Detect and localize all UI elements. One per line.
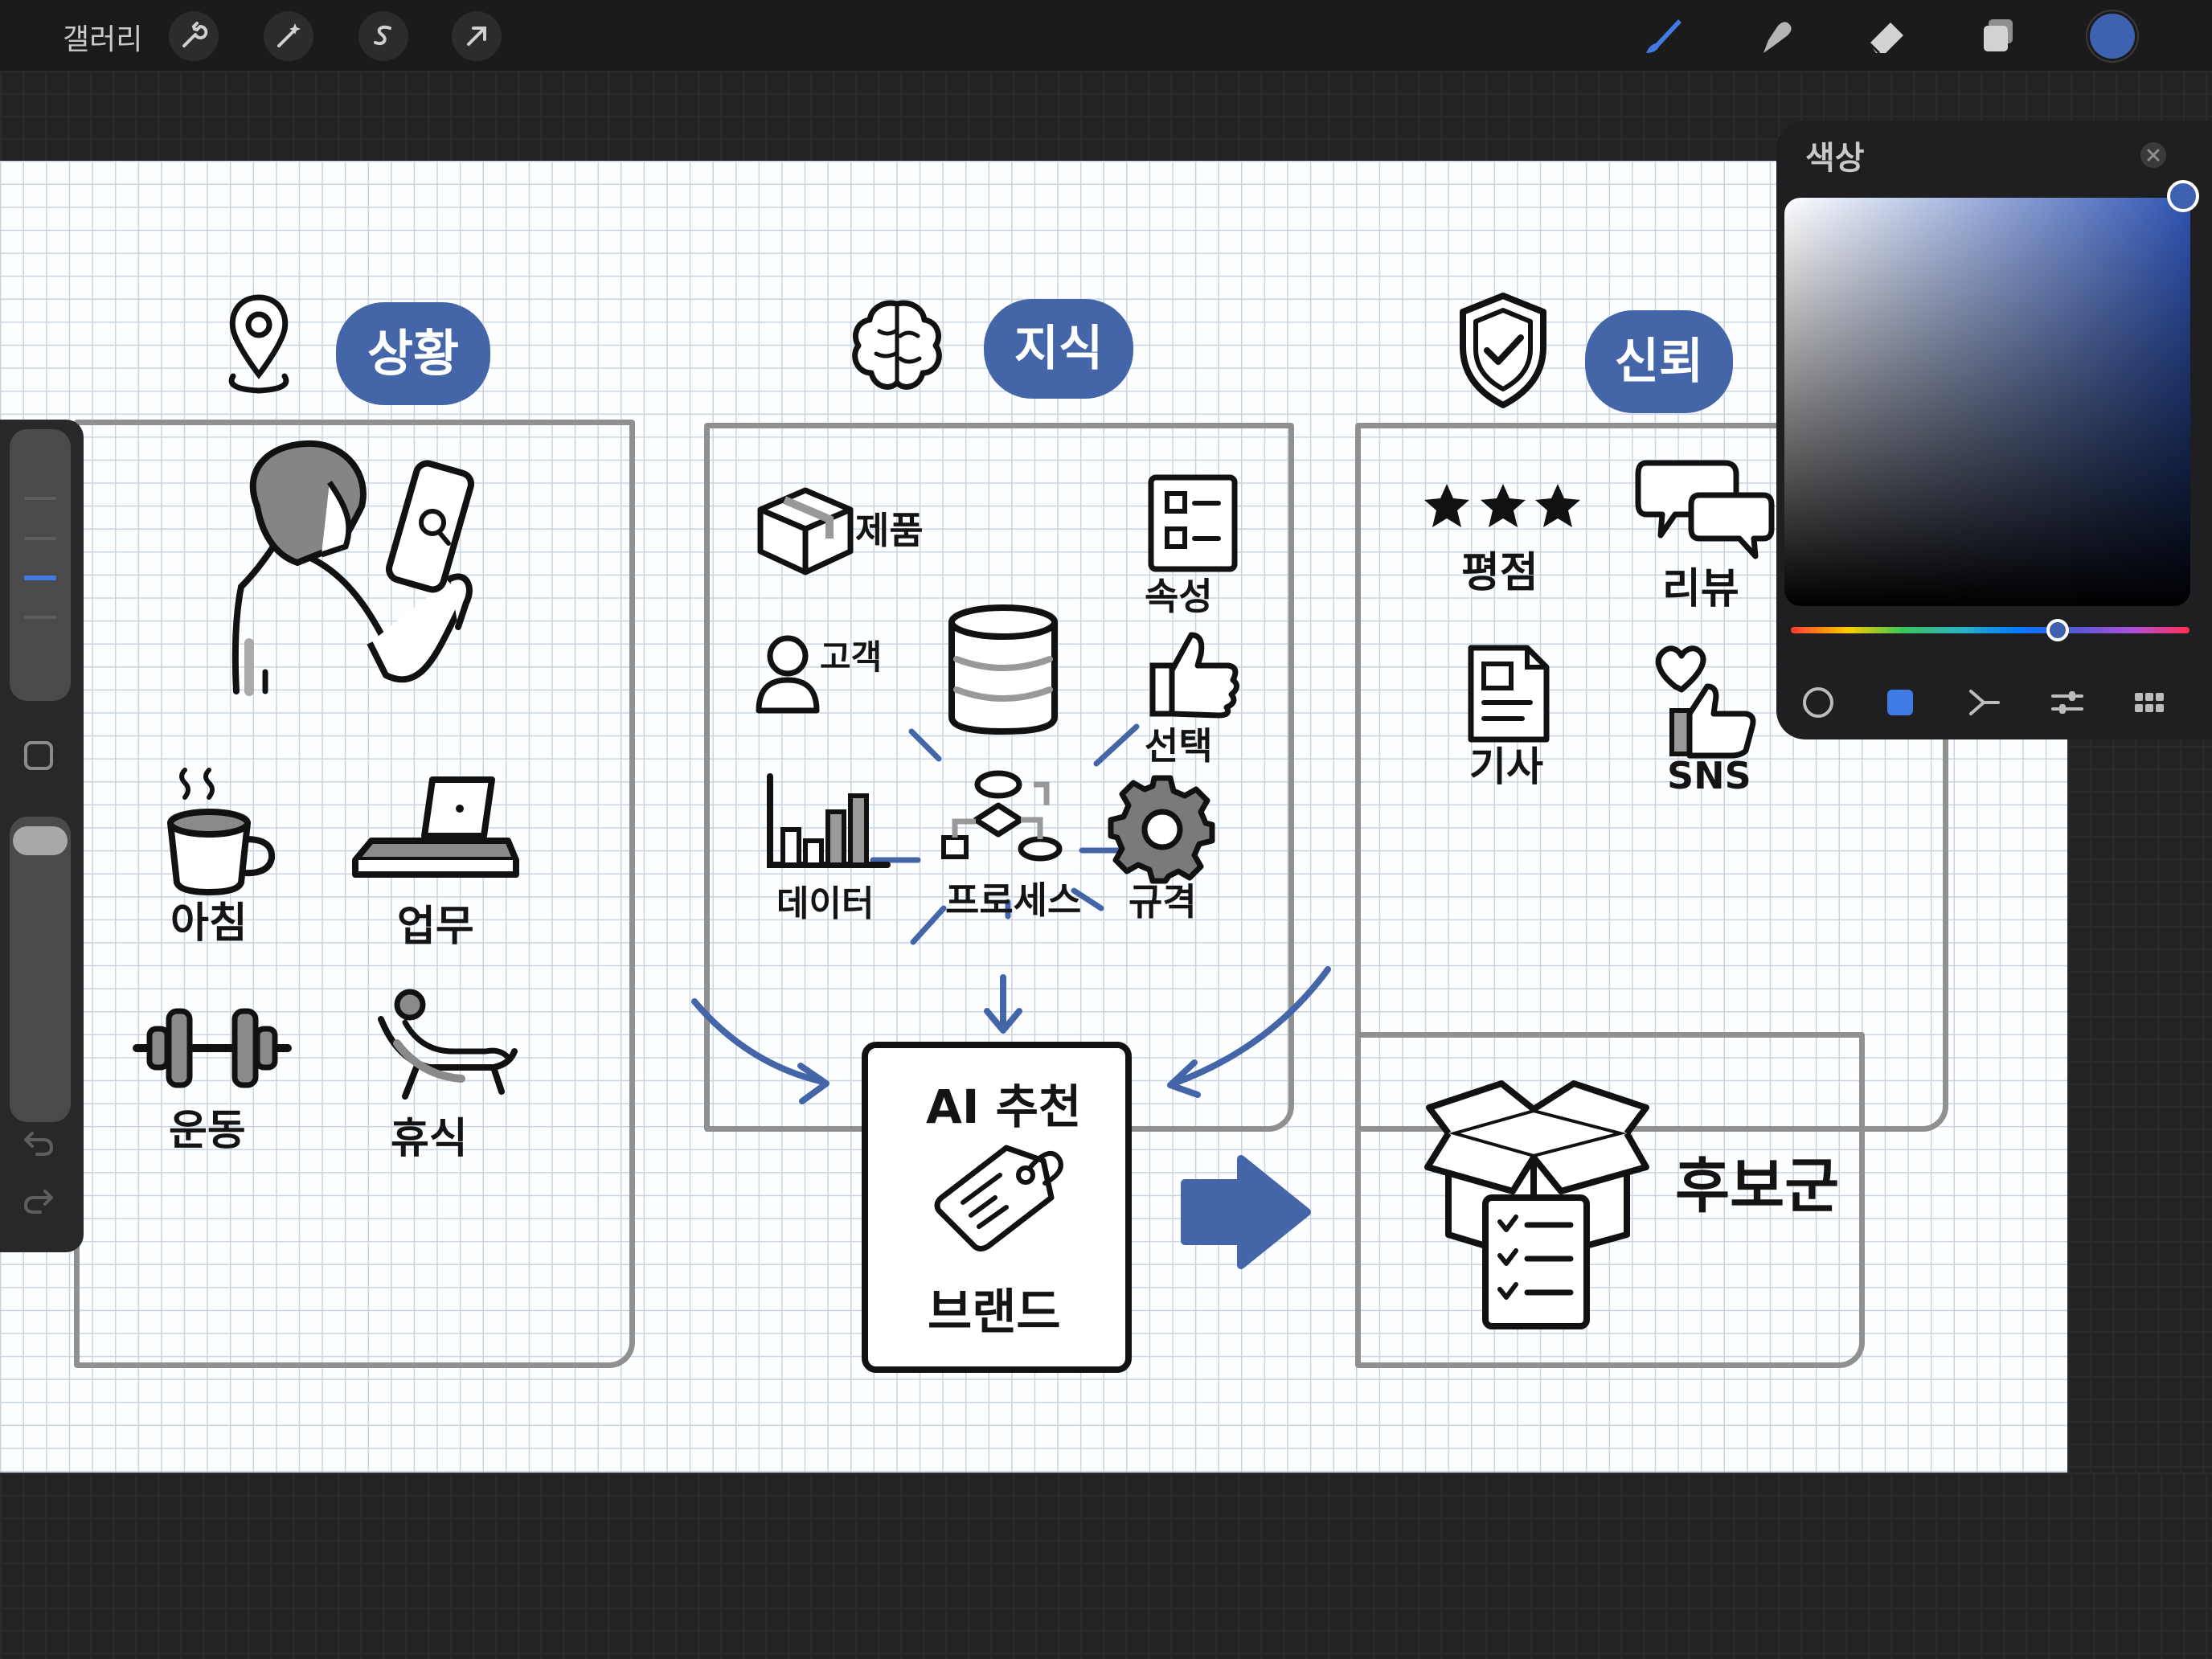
palettes-icon[interactable] — [2130, 683, 2169, 722]
drawing-canvas[interactable]: 상황 아침 업무 운동 휴식 지식 제품 속성 고객 선택 데이터 프로세스 규… — [0, 161, 2067, 1473]
smudge-icon — [1763, 22, 1792, 53]
hue-slider-handle[interactable] — [2046, 619, 2069, 641]
gallery-button[interactable]: 갤러리 — [63, 16, 142, 58]
hue-slider[interactable] — [1791, 627, 2189, 633]
brush-size-slider[interactable] — [10, 429, 71, 701]
top-toolbar: 갤러리 — [0, 0, 2212, 71]
adjustments-button[interactable] — [264, 11, 313, 61]
candidate-label: 후보군 — [1675, 1152, 1840, 1221]
harmony-icon[interactable] — [1964, 683, 2003, 722]
magic-wand-icon — [277, 23, 301, 47]
open-box-checklist-icon — [1424, 1080, 1649, 1329]
selection-button[interactable] — [358, 11, 408, 61]
layers-icon — [1984, 19, 2013, 51]
classic-square-icon[interactable] — [1881, 683, 1919, 722]
brush-button[interactable] — [1638, 11, 1688, 61]
opacity-slider-thumb[interactable] — [13, 826, 68, 855]
saturation-brightness-picker[interactable] — [1784, 198, 2190, 606]
color-panel-body: 색상 — [1776, 121, 2212, 739]
modify-button[interactable] — [24, 741, 53, 770]
transform-button[interactable] — [452, 11, 502, 61]
disc-icon[interactable] — [1799, 683, 1837, 722]
size-tick — [24, 616, 56, 619]
eraser-button[interactable] — [1862, 11, 1911, 61]
value-sliders-icon[interactable] — [2048, 683, 2087, 722]
wrench-icon — [182, 22, 208, 47]
color-panel-title-text: 색상 — [1805, 140, 1865, 177]
big-right-arrow-icon — [1181, 1155, 1311, 1269]
selection-s-icon — [374, 25, 391, 45]
eraser-icon — [1868, 23, 1903, 55]
opacity-slider[interactable] — [10, 817, 71, 1122]
color-picker-handle[interactable] — [2167, 180, 2199, 212]
redo-icon[interactable] — [21, 1183, 56, 1219]
undo-icon[interactable] — [21, 1125, 56, 1161]
smudge-button[interactable] — [1751, 11, 1800, 61]
layers-button[interactable] — [1974, 11, 2024, 61]
brand-label: 브랜드 — [928, 1284, 1061, 1341]
transform-arrow-icon — [467, 27, 486, 46]
current-color-button[interactable] — [2090, 14, 2135, 59]
brush-icon — [1646, 19, 1682, 53]
size-tick — [24, 497, 56, 500]
brand-tag-icon — [934, 1145, 1063, 1251]
size-tick — [24, 537, 56, 540]
close-icon[interactable] — [2140, 141, 2167, 169]
left-sidebar — [0, 420, 84, 1252]
actions-button[interactable] — [169, 11, 219, 61]
ai-recommendation-title: AI 추천 — [926, 1079, 1082, 1134]
workspace-background-bottom — [0, 1473, 2212, 1659]
size-tick-active — [24, 576, 56, 580]
